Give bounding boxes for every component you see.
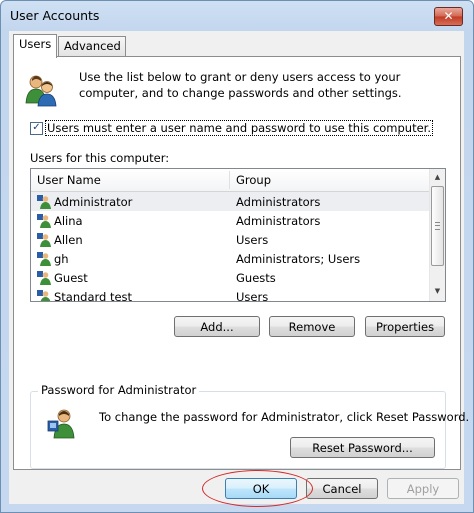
require-login-label[interactable]: Users must enter a user name and passwor… [45, 120, 434, 136]
user-group: Users [236, 233, 269, 247]
user-row-alina[interactable]: Alina Administrators [31, 211, 429, 230]
user-icon [37, 195, 51, 209]
user-name: Alina [54, 214, 83, 228]
apply-button-label: Apply [406, 482, 440, 496]
user-name: gh [54, 252, 69, 266]
add-user-button[interactable]: Add... [174, 316, 260, 337]
column-header-user-name[interactable]: User Name [37, 173, 101, 187]
users-list-label: Users for this computer: [30, 151, 170, 165]
tab-advanced[interactable]: Advanced [58, 36, 126, 56]
cancel-button[interactable]: Cancel [306, 478, 378, 499]
listview-scrollbar[interactable]: ▲ ▼ [429, 169, 445, 301]
properties-button-label: Properties [375, 320, 435, 334]
user-icon [37, 233, 51, 247]
users-tab-panel: Use the list below to grant or deny user… [13, 56, 469, 470]
user-icon [37, 252, 51, 266]
highlight-ellipse-annotation [202, 470, 313, 507]
tab-users[interactable]: Users [13, 34, 58, 58]
user-name: Standard test [54, 290, 133, 302]
remove-button-label: Remove [288, 320, 336, 334]
administrator-icon [47, 409, 75, 439]
scroll-up-arrow-icon[interactable]: ▲ [432, 171, 443, 183]
reset-password-button[interactable]: Reset Password... [290, 437, 435, 458]
user-row-allen[interactable]: Allen Users [31, 230, 429, 249]
scroll-down-arrow-icon[interactable]: ▼ [432, 285, 443, 297]
reset-password-label: Reset Password... [312, 441, 413, 455]
dialog-client-area: Users Advanced Use the list below to gra… [9, 31, 469, 504]
remove-user-button[interactable]: Remove [269, 316, 355, 337]
user-row-administrator[interactable]: Administrator Administrators [31, 192, 429, 211]
user-group: Administrators [236, 195, 321, 209]
user-group: Administrators; Users [236, 252, 361, 266]
grip-icon [435, 222, 440, 230]
cancel-button-label: Cancel [322, 482, 362, 496]
user-group: Guests [236, 271, 276, 285]
properties-button[interactable]: Properties [365, 316, 445, 337]
title-bar[interactable]: User Accounts ✕ [1, 1, 473, 31]
user-name: Guest [54, 271, 88, 285]
window-title: User Accounts [10, 8, 100, 23]
tab-users-label: Users [19, 37, 52, 51]
close-button[interactable]: ✕ [434, 7, 463, 26]
password-group-title: Password for Administrator [38, 383, 200, 397]
user-row-gh[interactable]: gh Administrators; Users [31, 249, 429, 268]
user-group: Administrators [236, 214, 321, 228]
apply-button: Apply [387, 478, 459, 499]
tab-advanced-label: Advanced [64, 39, 121, 53]
user-row-standard-test[interactable]: Standard test Users [31, 287, 429, 302]
users-icon [25, 75, 57, 107]
close-icon: ✕ [443, 9, 454, 23]
intro-text: Use the list below to grant or deny user… [79, 70, 402, 100]
column-separator[interactable] [229, 171, 230, 189]
column-header-group[interactable]: Group [236, 173, 271, 187]
user-row-guest[interactable]: Guest Guests [31, 268, 429, 287]
listview-header: User Name Group [31, 169, 429, 192]
scrollbar-thumb[interactable] [431, 186, 444, 266]
user-name: Administrator [54, 195, 133, 209]
users-listview[interactable]: User Name Group Administrator Administra… [30, 168, 446, 302]
password-instructions: To change the password for Administrator… [99, 410, 470, 424]
user-group: Users [236, 290, 269, 302]
require-login-checkbox[interactable]: ✓ [30, 122, 43, 135]
user-accounts-window: User Accounts ✕ Users Advanced Use the l… [0, 0, 474, 513]
user-name: Allen [54, 233, 83, 247]
add-button-label: Add... [200, 320, 234, 334]
user-icon [37, 214, 51, 228]
user-icon [37, 290, 51, 301]
user-icon [37, 271, 51, 285]
